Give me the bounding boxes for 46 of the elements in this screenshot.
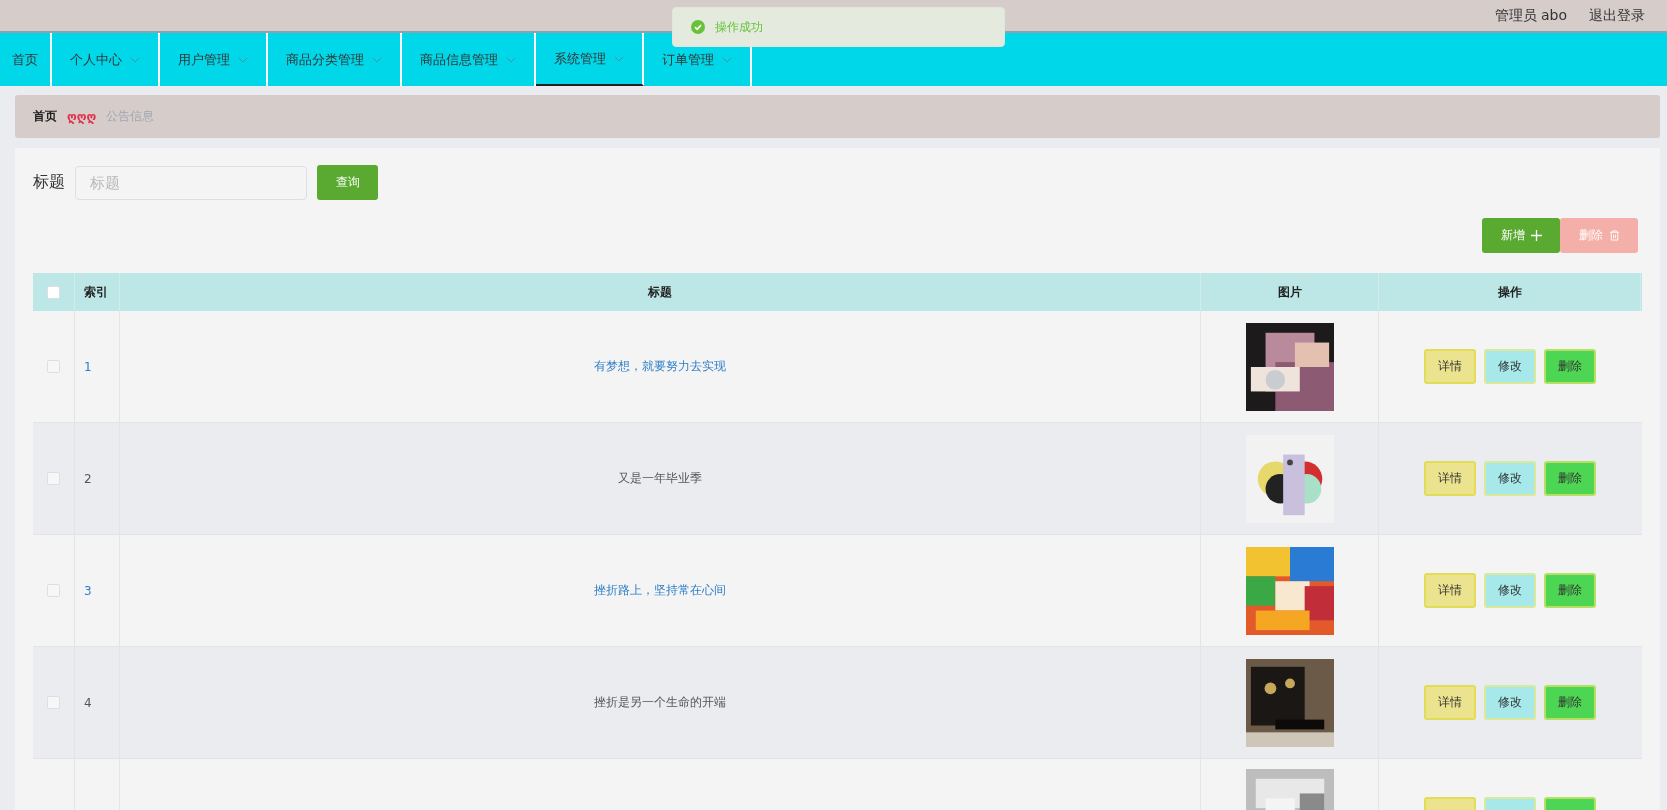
nav-menu-item[interactable]: 商品分类管理 <box>268 33 402 86</box>
column-header: 索引 <box>84 283 108 301</box>
check-circle-icon <box>691 20 705 34</box>
detail-button[interactable]: 详情 <box>1424 573 1476 608</box>
edit-button[interactable]: 修改 <box>1484 349 1536 384</box>
plus-icon <box>1530 230 1542 241</box>
row-checkbox[interactable] <box>47 360 60 373</box>
index-cell: 2 <box>84 471 92 486</box>
row-checkbox[interactable] <box>47 696 60 709</box>
column-header: 标题 <box>648 283 672 301</box>
index-cell: 1 <box>84 359 92 374</box>
delete-button[interactable]: 删除 <box>1544 461 1596 496</box>
nav-menu-item[interactable]: 商品信息管理 <box>402 33 536 86</box>
nav-menu-item[interactable]: 用户管理 <box>160 33 268 86</box>
delete-button[interactable]: 删除 <box>1544 573 1596 608</box>
row-checkbox[interactable] <box>47 472 60 485</box>
column-header: 操作 <box>1497 283 1522 301</box>
edit-button[interactable]: 修改 <box>1484 461 1536 496</box>
detail-button[interactable]: 详情 <box>1424 685 1476 720</box>
title-cell: 挫折是另一个生命的开端 <box>594 694 726 711</box>
edit-button[interactable]: 修改 <box>1484 685 1536 720</box>
delete-button[interactable]: 删除 <box>1544 349 1596 384</box>
breadcrumb-home-link[interactable]: 首页 <box>33 108 57 125</box>
breadcrumb-separator: ღღღ <box>67 109 97 124</box>
nav-menu-item[interactable]: 个人中心 <box>52 33 160 86</box>
delete-button[interactable]: 删除 <box>1544 685 1596 720</box>
detail-button[interactable]: 详情 <box>1424 349 1476 384</box>
row-checkbox[interactable] <box>47 584 60 597</box>
title-cell: 挫折路上，坚持常在心间 <box>594 582 726 599</box>
nav-menu-item[interactable]: 订单管理 <box>644 33 752 86</box>
toast-message: 操作成功 <box>715 18 763 36</box>
title-label: 标题 <box>33 172 65 193</box>
nav-menu-item[interactable]: 系统管理 <box>536 33 644 86</box>
detail-button[interactable]: 详情 <box>1424 461 1476 496</box>
title-search-field[interactable]: 标题 <box>75 165 307 200</box>
column-header: 图片 <box>1277 283 1302 301</box>
logout-link[interactable]: 退出登录 <box>1589 6 1645 25</box>
title-cell: 又是一年毕业季 <box>618 470 702 487</box>
title-cell: 有梦想，就要努力去实现 <box>594 358 726 375</box>
index-cell: 3 <box>84 583 92 598</box>
edit-button[interactable]: 修改 <box>1484 573 1536 608</box>
nav-menu-item[interactable]: 首页 <box>0 33 52 86</box>
select-all-checkbox[interactable] <box>47 285 60 299</box>
admin-label: 管理员 abo <box>1494 6 1567 25</box>
index-cell: 4 <box>84 695 92 710</box>
trash-icon <box>1608 230 1620 241</box>
